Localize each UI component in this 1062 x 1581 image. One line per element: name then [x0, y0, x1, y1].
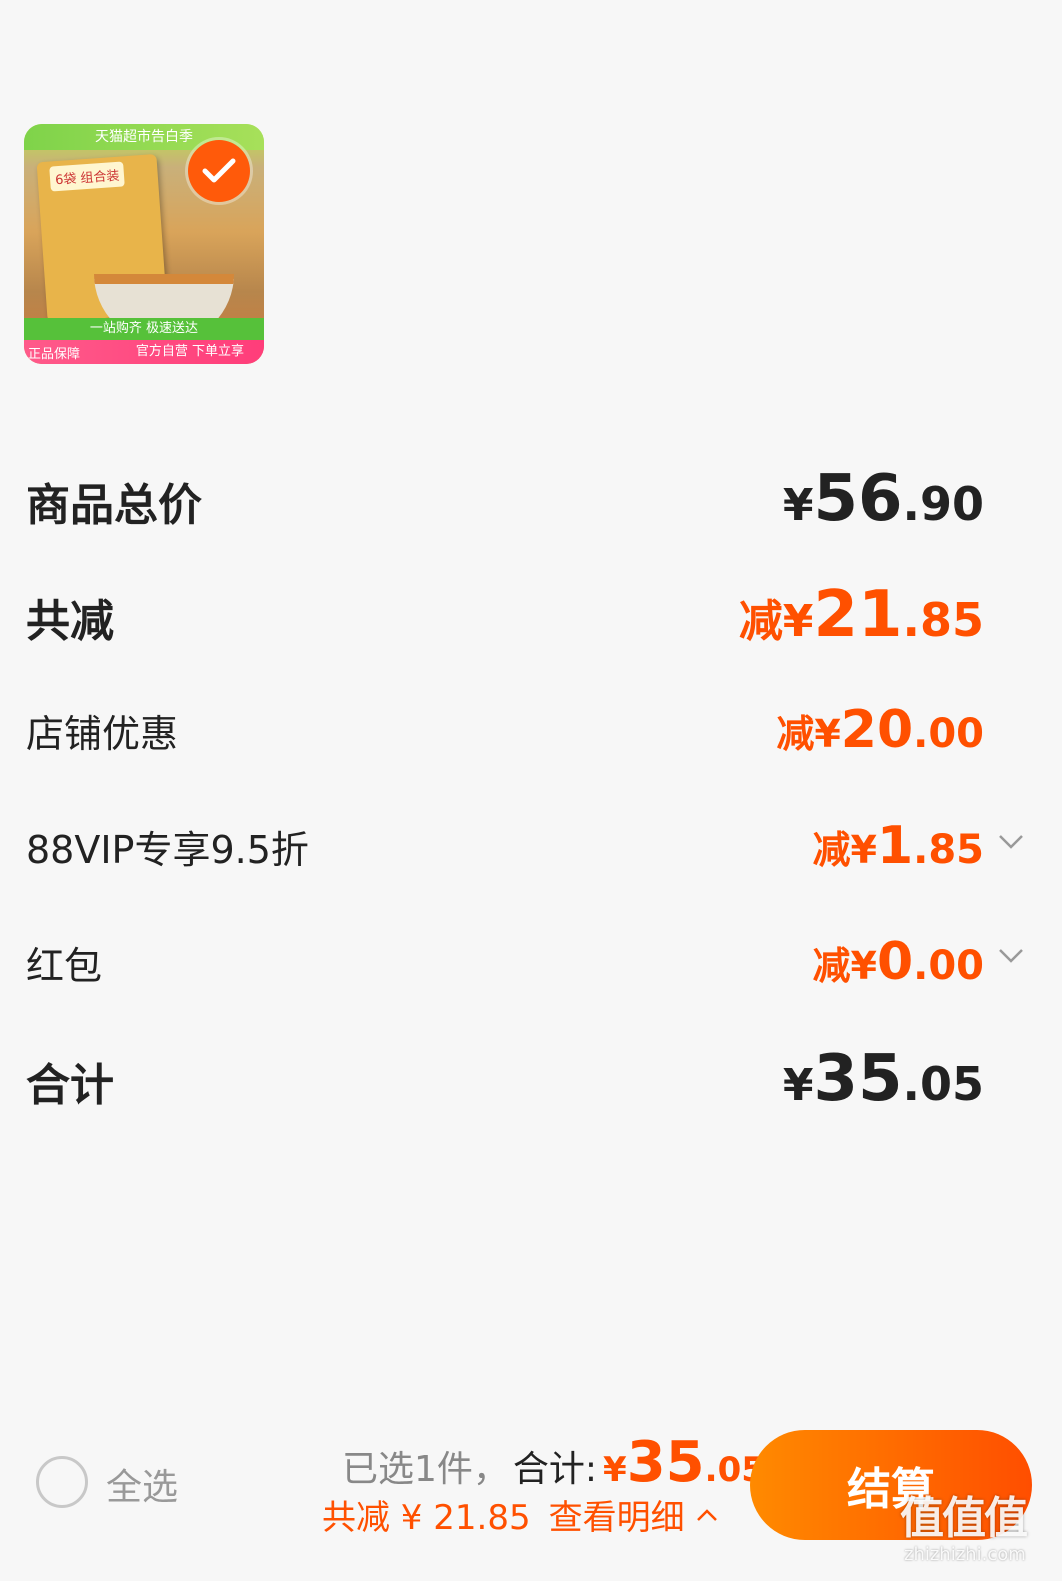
goods-total-amount: ¥ 56 .90 — [783, 462, 984, 536]
grand-total-row: 合计 ¥ 35 .05 — [26, 1042, 984, 1116]
discount-total-text: 共减 ¥ 21.85 — [322, 1498, 531, 1538]
selected-count: 已选1件， — [342, 1449, 509, 1490]
amount-integer: 21 — [813, 578, 903, 652]
amount-decimal: .90 — [902, 477, 985, 531]
amount-integer: 56 — [813, 462, 903, 536]
amount-integer: 0 — [876, 932, 914, 992]
chevron-down-icon[interactable] — [996, 940, 1026, 970]
grand-total-amount: ¥ 35 .05 — [783, 1042, 984, 1116]
cart-summary-page: 天猫超市告白季 6袋 组合装 一站购齐 极速送达 官方自营 下单立享 正品保障 … — [0, 0, 1062, 1581]
amount-decimal: .85 — [913, 827, 984, 873]
goods-total-label: 商品总价 — [26, 480, 202, 531]
select-all-label[interactable]: 全选 — [106, 1458, 178, 1510]
discount-prefix: 减¥ — [812, 944, 877, 988]
total-label: 合计: — [512, 1449, 598, 1490]
item-selected-checkbox[interactable] — [188, 140, 250, 202]
red-packet-row[interactable]: 红包 减¥ 0 .00 — [26, 932, 984, 992]
amount-decimal: .00 — [913, 943, 984, 989]
check-icon — [202, 158, 236, 183]
shop-discount-row: 店铺优惠 减¥ 20 .00 — [26, 700, 984, 760]
discount-prefix: 减¥ — [812, 828, 877, 872]
total-discount-row: 共减 减¥ 21 .85 — [26, 578, 984, 652]
amount-decimal: .85 — [902, 593, 985, 647]
vip-discount-amount: 减¥ 1 .85 — [813, 816, 985, 876]
amount-decimal: .00 — [913, 711, 984, 757]
vip-discount-label: 88VIP专享9.5折 — [26, 828, 309, 872]
shop-discount-amount: 减¥ 20 .00 — [776, 700, 984, 760]
chevron-down-icon[interactable] — [996, 826, 1026, 856]
amount-decimal: .05 — [902, 1057, 985, 1111]
discount-prefix: 减¥ — [776, 712, 841, 756]
amount-integer: 20 — [840, 700, 914, 760]
red-packet-label: 红包 — [26, 944, 103, 988]
checkout-bar: 全选 已选1件， 合计: ¥ 35 .05 共减 ¥ 21.85 查看明细 结算… — [0, 1420, 1062, 1581]
currency-symbol: ¥ — [782, 1060, 814, 1111]
total-discount-label: 共减 — [26, 596, 114, 647]
discount-detail-link[interactable]: 共减 ¥ 21.85 查看明细 — [322, 1490, 721, 1539]
amount-integer: 35 — [813, 1042, 903, 1116]
product-guarantee-badge: 正品保障 — [28, 347, 81, 362]
watermark-url: zhizhizhi.com — [904, 1544, 1026, 1565]
total-integer: 35 — [626, 1430, 705, 1495]
watermark-logo: 值值值 — [900, 1493, 1028, 1544]
total-discount-amount: 减¥ 21 .85 — [739, 578, 984, 652]
red-packet-amount: 减¥ 0 .00 — [813, 932, 985, 992]
goods-total-row: 商品总价 ¥ 56 .90 — [26, 462, 984, 536]
selected-summary: 已选1件， 合计: ¥ 35 .05 — [342, 1430, 765, 1495]
product-promo-strip: 一站购齐 极速送达 — [24, 318, 264, 340]
discount-prefix: 减¥ — [738, 596, 814, 647]
vip-discount-row[interactable]: 88VIP专享9.5折 减¥ 1 .85 — [26, 816, 984, 876]
currency-symbol: ¥ — [603, 1450, 627, 1490]
chevron-up-icon — [696, 1508, 717, 1521]
product-pack-tag: 6袋 组合装 — [49, 161, 126, 192]
amount-integer: 1 — [876, 816, 914, 876]
grand-total-label: 合计 — [26, 1060, 114, 1111]
view-detail-label: 查看明细 — [548, 1498, 685, 1538]
select-all-radio[interactable] — [36, 1456, 88, 1508]
currency-symbol: ¥ — [782, 480, 814, 531]
shop-discount-label: 店铺优惠 — [26, 712, 179, 756]
